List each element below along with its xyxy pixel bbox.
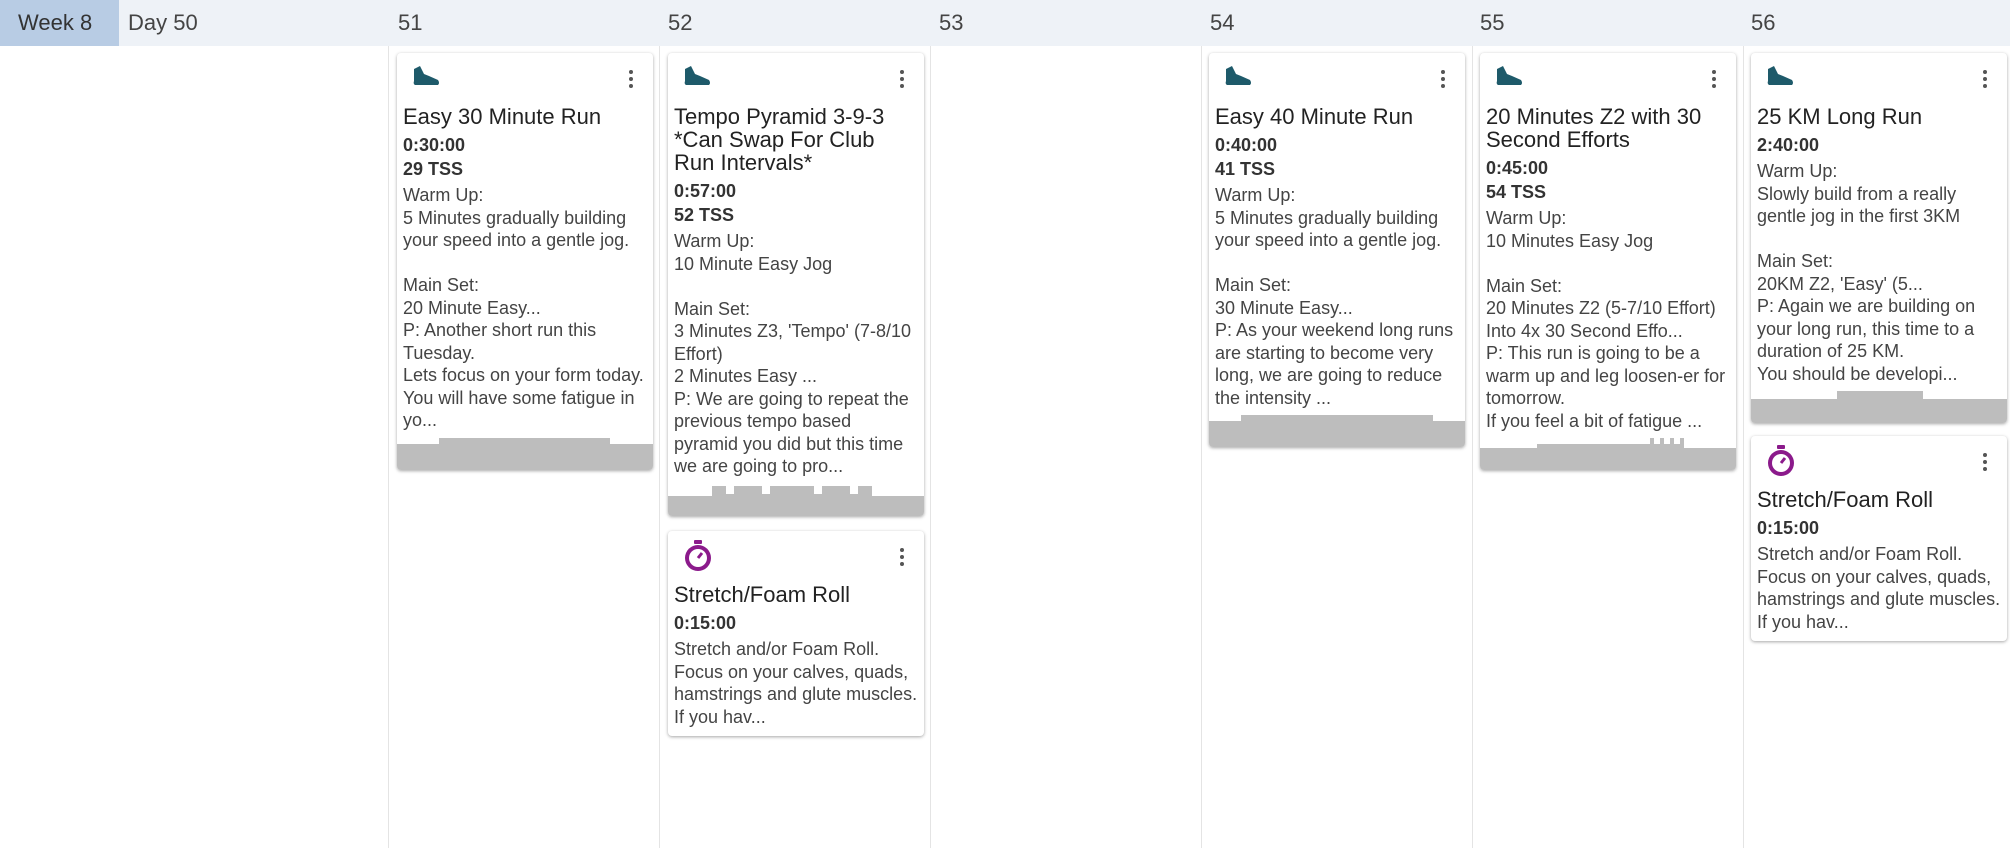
- workout-card[interactable]: Stretch/Foam Roll 0:15:00 Stretch and/or…: [1751, 436, 2007, 641]
- workout-tss: 29 TSS: [403, 159, 464, 179]
- workout-card[interactable]: Stretch/Foam Roll 0:15:00 Stretch and/or…: [668, 531, 924, 736]
- workout-title: 25 KM Long Run: [1757, 104, 1923, 129]
- workout-description: Warm Up: 10 Minutes Easy Jog Main Set: 2…: [1486, 208, 1726, 431]
- more-vert-icon[interactable]: [621, 67, 641, 91]
- workout-description: Warm Up: 10 Minute Easy Jog Main Set: 3 …: [674, 231, 911, 476]
- more-vert-icon[interactable]: [892, 67, 912, 91]
- intensity-profile: [668, 484, 924, 516]
- workout-title: Stretch/Foam Roll: [1757, 487, 1934, 512]
- workout-title: Stretch/Foam Roll: [674, 582, 851, 607]
- workout-card[interactable]: Easy 30 Minute Run 0:30:00 29 TSS Warm U…: [397, 53, 653, 470]
- column-divider: [659, 46, 660, 848]
- workout-description: Stretch and/or Foam Roll. Focus on your …: [1757, 544, 2001, 632]
- more-vert-icon[interactable]: [1433, 67, 1453, 91]
- shoe-icon: [413, 66, 439, 85]
- shoe-icon: [1496, 66, 1522, 85]
- stopwatch-icon: [1768, 445, 1794, 476]
- intensity-profile: [397, 437, 653, 470]
- intensity-profile: [1751, 391, 2007, 423]
- workout-duration: 0:15:00: [1757, 518, 1820, 538]
- workout-card[interactable]: Tempo Pyramid 3-9-3 *Can Swap For Club R…: [668, 53, 924, 516]
- column-divider: [1201, 46, 1202, 848]
- day-header-52: 52: [668, 10, 693, 35]
- workout-tss: 54 TSS: [1486, 182, 1547, 202]
- day-header-54: 54: [1210, 10, 1235, 35]
- workout-title: Easy 30 Minute Run: [403, 104, 602, 129]
- workout-duration: 0:57:00: [674, 181, 737, 201]
- workout-description: Warm Up: 5 Minutes gradually building yo…: [1215, 185, 1454, 408]
- workout-tss: 52 TSS: [674, 205, 735, 225]
- more-vert-icon[interactable]: [1975, 67, 1995, 91]
- column-divider: [388, 46, 389, 848]
- workout-duration: 2:40:00: [1757, 135, 1820, 155]
- more-vert-icon[interactable]: [1975, 450, 1995, 474]
- day-header-50: Day 50: [128, 10, 198, 35]
- workout-duration: 0:30:00: [403, 135, 466, 155]
- workout-title: Easy 40 Minute Run: [1215, 104, 1414, 129]
- stopwatch-icon: [685, 540, 711, 571]
- more-vert-icon[interactable]: [892, 545, 912, 569]
- day-header-56: 56: [1751, 10, 1776, 35]
- workout-tss: 41 TSS: [1215, 159, 1276, 179]
- workout-duration: 0:40:00: [1215, 135, 1278, 155]
- workout-duration: 0:45:00: [1486, 158, 1549, 178]
- workout-duration: 0:15:00: [674, 613, 737, 633]
- shoe-icon: [1225, 66, 1251, 85]
- day-header-51: 51: [398, 10, 423, 35]
- shoe-icon: [684, 66, 710, 85]
- more-vert-icon[interactable]: [1704, 67, 1724, 91]
- workout-card[interactable]: Easy 40 Minute Run 0:40:00 41 TSS Warm U…: [1209, 53, 1465, 447]
- intensity-profile: [1480, 438, 1736, 470]
- column-divider: [1472, 46, 1473, 848]
- workout-card[interactable]: 20 Minutes Z2 with 30 Second Efforts 0:4…: [1480, 53, 1736, 470]
- shoe-icon: [1767, 66, 1793, 85]
- workout-card[interactable]: 25 KM Long Run 2:40:00 Warm Up: Slowly b…: [1751, 53, 2007, 423]
- workout-description: Warm Up: Slowly build from a really gent…: [1757, 161, 1976, 384]
- column-divider: [1743, 46, 1744, 848]
- week-label[interactable]: Week 8: [0, 0, 119, 46]
- intensity-profile: [1209, 415, 1465, 447]
- workout-description: Warm Up: 5 Minutes gradually building yo…: [403, 185, 644, 430]
- column-divider: [930, 46, 931, 848]
- day-header-55: 55: [1480, 10, 1505, 35]
- workout-title: Tempo Pyramid 3-9-3 *Can Swap For Club R…: [674, 104, 885, 175]
- workout-description: Stretch and/or Foam Roll. Focus on your …: [674, 639, 918, 727]
- workout-title: 20 Minutes Z2 with 30 Second Efforts: [1486, 104, 1702, 152]
- calendar-header: Week 8 Day 50 51 52 53 54 55 56: [0, 0, 2010, 46]
- day-header-53: 53: [939, 10, 964, 35]
